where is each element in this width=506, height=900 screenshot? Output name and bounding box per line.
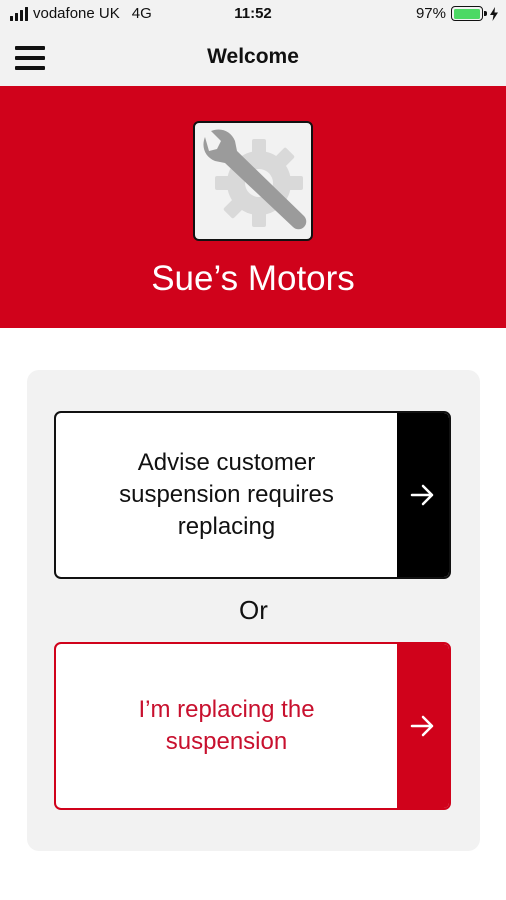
hero-banner: Sue’s Motors [0, 86, 506, 328]
page-title: Welcome [207, 45, 299, 68]
advise-arrow-panel[interactable] [397, 413, 449, 577]
status-right: 97% [416, 5, 498, 22]
advise-customer-button[interactable]: Advise customer suspension requires repl… [54, 411, 451, 579]
business-name: Sue’s Motors [151, 259, 355, 298]
advise-customer-label: Advise customer suspension requires repl… [119, 449, 334, 540]
arrow-right-icon [410, 715, 434, 737]
replace-arrow-panel[interactable] [397, 644, 449, 808]
wrench-gear-icon [203, 129, 307, 230]
battery-percent: 97% [415, 5, 446, 22]
screen: vodafone UK 4G 11:52 97% Welcome Sue’s M… [0, 0, 506, 900]
nav-bar: Welcome [0, 30, 506, 86]
replacing-suspension-label: I’m replacing the suspension [138, 696, 315, 755]
app-logo [193, 121, 313, 241]
or-separator: Or [239, 595, 268, 625]
arrow-right-icon [410, 484, 434, 506]
status-bar: vodafone UK 4G 11:52 97% [0, 0, 506, 30]
battery-icon [451, 6, 487, 21]
battery-fill [453, 8, 480, 19]
charging-bolt-icon [490, 6, 498, 21]
options-card: Advise customer suspension requires repl… [27, 370, 480, 851]
replacing-suspension-button[interactable]: I’m replacing the suspension [54, 642, 451, 810]
